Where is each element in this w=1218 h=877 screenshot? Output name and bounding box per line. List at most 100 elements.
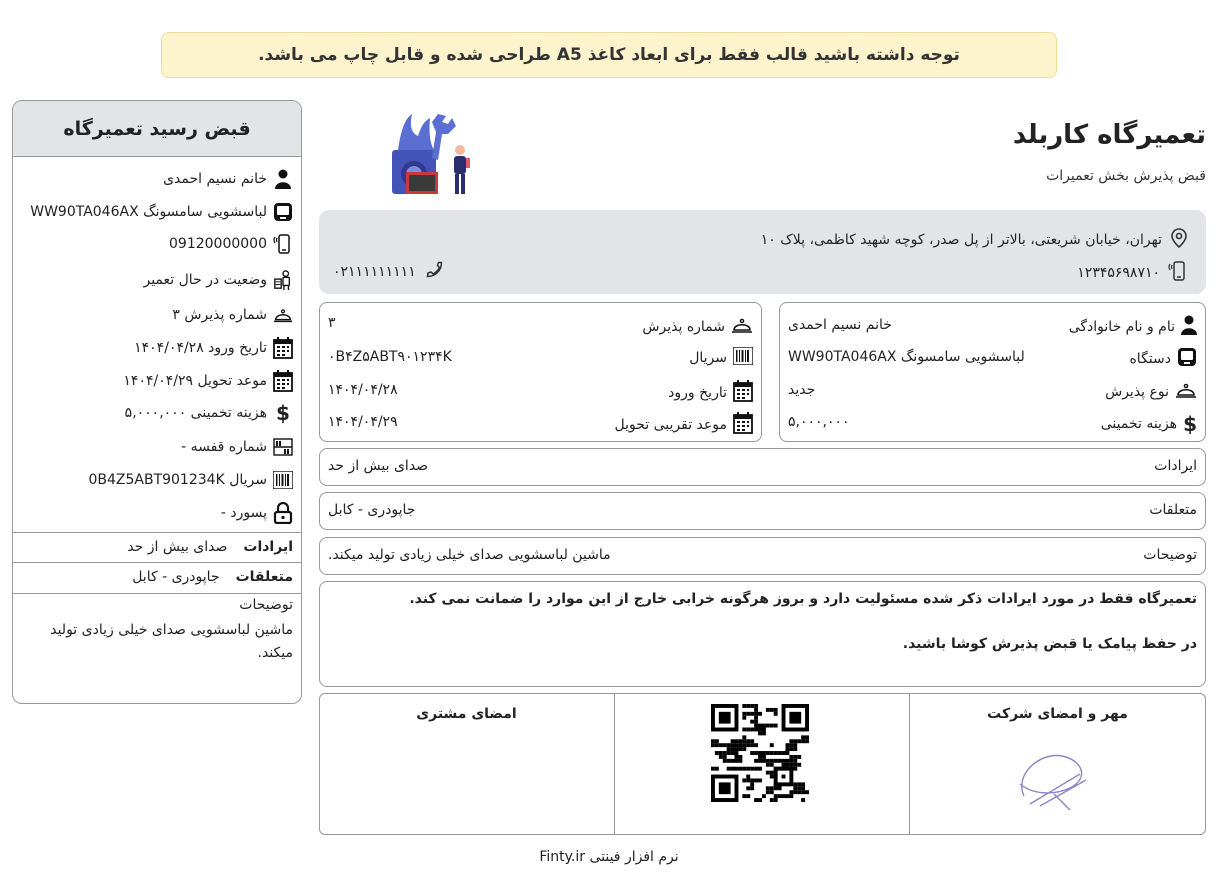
device-value: لباسشویی سامسونگ WW90TA046AX	[788, 349, 1025, 365]
contact-box: تهران، خیابان شریعتی، بالاتر از پل صدر، …	[319, 210, 1206, 294]
address-text: تهران، خیابان شریعتی، بالاتر از پل صدر، …	[760, 232, 1162, 248]
service-bell-icon	[1175, 380, 1197, 404]
landline-line: ۰۲۱۱۱۱۱۱۱۱۱	[333, 260, 444, 284]
type-field: نوع پذیرش	[1105, 380, 1197, 404]
summary-customer-text: خانم نسیم احمدی	[163, 171, 267, 187]
entry-label: تاریخ ورود	[668, 385, 727, 401]
summary-phone: 09120000000	[169, 231, 293, 257]
calendar-icon	[273, 370, 293, 392]
customer-signature-label: امضای مشتری	[416, 706, 517, 722]
receipt-summary-panel: قبض رسید تعمیرگاه خانم نسیم احمدی لباسشو…	[12, 100, 302, 704]
footer-credit: نرم افزار فینتی Finty.ir	[539, 849, 679, 865]
repair-status-icon	[273, 269, 293, 291]
summary-status-text: وضعیت در حال تعمیر	[143, 272, 267, 288]
mobile-phone-icon	[1168, 260, 1188, 286]
user-icon	[273, 168, 293, 190]
summary-issues: ایرادات صدای بیش از حد	[127, 532, 293, 562]
accessories-row: متعلقات جاپودری - کابل	[319, 492, 1206, 530]
cost-value: ۵,۰۰۰,۰۰۰	[788, 414, 850, 430]
terms-line-2: در حفظ پیامک یا قبض پذیرش کوشا باشید.	[902, 636, 1197, 652]
delivery-field: موعد تقریبی تحویل	[615, 412, 754, 438]
receipt-label: شماره پذیرش	[642, 319, 725, 335]
serial-value: ۰B۴Z۵ABT۹۰۱۲۳۴K	[328, 349, 452, 365]
receipt-value: ۳	[328, 315, 336, 331]
summary-phone-text: 09120000000	[169, 236, 267, 252]
user-icon	[1181, 315, 1197, 339]
summary-customer: خانم نسیم احمدی	[163, 166, 293, 192]
summary-accessories-label: متعلقات	[235, 569, 293, 585]
entry-field: تاریخ ورود	[668, 380, 753, 406]
accessories-value: جاپودری - کابل	[328, 502, 416, 518]
dollar-icon: $	[1183, 412, 1197, 436]
notes-label: توضیحات	[1143, 547, 1197, 563]
accessories-label: متعلقات	[1149, 502, 1197, 518]
a5-notice-banner: توجه داشته باشید قالب فقط برای ابعاد کاغ…	[161, 32, 1057, 78]
calendar-icon	[273, 337, 293, 359]
summary-serial-text: سریال 0B4Z5ABT901234K	[88, 472, 267, 488]
qr-code-icon	[711, 704, 809, 802]
summary-receipt-no-text: شماره پذیرش ۳	[172, 307, 267, 323]
summary-device-text: لباسشویی سامسونگ WW90TA046AX	[30, 204, 267, 220]
summary-estimate-text: هزینه تخمینی ۵,۰۰۰,۰۰۰	[124, 405, 267, 421]
signature-scribble-icon	[1019, 754, 1087, 811]
divider	[13, 593, 301, 594]
summary-estimate: $ هزینه تخمینی ۵,۰۰۰,۰۰۰	[125, 400, 293, 426]
issues-label: ایرادات	[1154, 458, 1197, 474]
mobile-phone-icon	[273, 233, 293, 255]
name-value: خانم نسیم احمدی	[788, 317, 892, 333]
name-label: نام و نام خانوادگی	[1068, 319, 1175, 335]
summary-title: قبض رسید تعمیرگاه	[13, 101, 301, 157]
summary-status: وضعیت در حال تعمیر	[143, 267, 293, 293]
barcode-icon	[273, 469, 293, 491]
summary-issues-label: ایرادات	[243, 539, 293, 555]
summary-password: پسورد -	[221, 500, 293, 526]
summary-issues-value: صدای بیش از حد	[127, 539, 228, 555]
entry-value: ۱۴۰۴/۰۴/۲۸	[328, 382, 398, 398]
summary-device: لباسشویی سامسونگ WW90TA046AX	[30, 199, 293, 225]
shop-subtitle: قبض پذیرش بخش تعمیرات	[1046, 168, 1206, 184]
summary-notes-label: توضیحات	[239, 597, 293, 613]
shelf-icon	[273, 436, 293, 458]
service-bell-icon	[731, 315, 753, 339]
summary-accessories: متعلقات جاپودری - کابل	[132, 562, 293, 592]
summary-password-text: پسورد -	[220, 505, 267, 521]
landline-text: ۰۲۱۱۱۱۱۱۱۱۱	[333, 264, 416, 280]
company-signature-cell: مهر و امضای شرکت	[909, 694, 1205, 834]
summary-shelf: شماره قفسه -	[181, 434, 293, 460]
device-field: دستگاه	[1129, 347, 1197, 371]
summary-shelf-text: شماره قفسه -	[181, 439, 267, 455]
notes-row: توضیحات ماشین لباسشویی صدای خیلی زیادی ت…	[319, 537, 1206, 575]
service-bell-icon	[273, 304, 293, 326]
company-signature-label: مهر و امضای شرکت	[987, 706, 1128, 722]
location-pin-icon	[1170, 228, 1188, 252]
summary-notes-value: ماشین لباسشویی صدای خیلی زیادی تولید میک…	[50, 622, 293, 661]
summary-entry-date-text: تاریخ ورود ۱۴۰۴/۰۴/۲۸	[134, 340, 267, 356]
customer-signature-cell: امضای مشتری	[319, 694, 614, 834]
device-label: دستگاه	[1129, 351, 1171, 367]
cost-field: $ هزینه تخمینی	[1101, 412, 1197, 436]
address-line: تهران، خیابان شریعتی، بالاتر از پل صدر، …	[761, 228, 1188, 252]
serial-field: سریال	[689, 346, 754, 369]
receipt-field: شماره پذیرش	[642, 315, 753, 339]
type-value: جدید	[788, 382, 816, 398]
delivery-label: موعد تقریبی تحویل	[614, 417, 728, 433]
summary-delivery-date: موعد تحویل ۱۴۰۴/۰۴/۲۹	[123, 368, 293, 394]
summary-receipt-no: شماره پذیرش ۳	[172, 302, 293, 328]
terms-box: تعمیرگاه فقط در مورد ایرادات ذکر شده مسئ…	[319, 581, 1206, 687]
tablet-icon	[273, 201, 293, 223]
summary-serial: سریال 0B4Z5ABT901234K	[88, 467, 293, 493]
name-field: نام و نام خانوادگی	[1069, 315, 1197, 339]
summary-delivery-date-text: موعد تحویل ۱۴۰۴/۰۴/۲۹	[123, 373, 267, 389]
serial-label: سریال	[689, 350, 727, 366]
tablet-icon	[1177, 347, 1197, 371]
repair-shop-logo	[388, 110, 474, 198]
mobile-line: ۱۲۳۴۵۶۹۸۷۱۰	[1077, 260, 1188, 286]
delivery-value: ۱۴۰۴/۰۴/۲۹	[328, 414, 398, 430]
summary-accessories-value: جاپودری - کابل	[132, 569, 220, 585]
signature-section: مهر و امضای شرکت امضای مشتری	[319, 693, 1206, 835]
customer-details-card: نام و نام خانوادگی خانم نسیم احمدی دستگا…	[779, 302, 1206, 442]
phone-icon	[424, 260, 444, 284]
barcode-icon	[732, 346, 754, 369]
notes-value: ماشین لباسشویی صدای خیلی زیادی تولید میک…	[328, 547, 611, 563]
dollar-icon: $	[276, 401, 290, 425]
